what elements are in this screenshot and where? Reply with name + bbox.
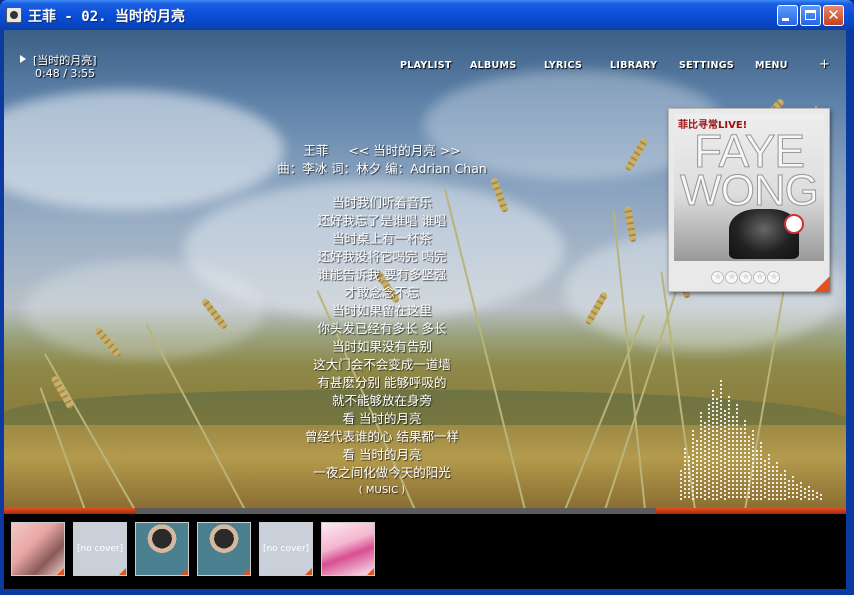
lyrics-song: << 当时的月亮 >> [348,143,461,158]
now-playing-title: [当时的月亮] [33,54,97,67]
visualizer-bar [820,494,822,500]
cover-artist-line2: WONG [680,166,820,216]
lyric-line: ( MUSIC ) [358,485,406,496]
visualizer-bar [800,482,802,500]
grass-head [623,205,637,243]
close-icon: ✕ [827,6,840,24]
visualizer-bar [688,456,690,500]
visualizer-bar [700,412,702,500]
visualizer-bar [736,404,738,500]
lyric-line: 曾经代表谁的心 结果都一样 [305,429,459,444]
album-thumbnail-strip: [no cover] [no cover] [4,514,846,589]
star-icon[interactable] [753,270,766,284]
lyric-line: 有甚麽分别 能够呼吸的 [317,375,447,390]
lyric-line: 这大门会不会变成一道墙 [313,357,451,372]
visualizer-bar [768,454,770,500]
add-button[interactable]: + [819,57,830,72]
lyric-line: 一夜之间化做今天的阳光 [313,465,451,480]
lyric-line: 当时如果没有告别 [331,339,432,354]
visualizer-bar [728,396,730,500]
lyric-line: 就不能够放在身旁 [331,393,432,408]
visualizer-bar [756,450,758,500]
album-cover-card[interactable]: 菲比寻常LIVE! FAYE WONG [668,108,830,292]
visualizer-bar [808,486,810,500]
lyric-line: 当时如果留在这里 [331,303,432,318]
cover-sticker [784,214,804,234]
player-area: [当时的月亮] 0:48 / 3:55 PLAYLIST ALBUMS LYRI… [4,30,846,589]
nav-menu[interactable]: MENU [755,60,788,71]
album-thumbnail[interactable] [135,522,189,576]
lyric-line: 还好我没将它喝完 喝完 [317,249,447,264]
lyrics-artist: 王菲 [303,143,329,158]
close-button[interactable]: ✕ [823,5,844,26]
minimize-button[interactable] [777,5,798,26]
visualizer-bar [804,488,806,500]
lyrics-credits: 曲：李冰 词：林夕 编：Adrian Chan [277,161,487,176]
nav-lyrics[interactable]: LYRICS [544,60,582,71]
album-thumbnail[interactable]: [no cover] [259,522,313,576]
lyric-line: 谁能告诉我 要有多坚强 [317,267,447,282]
lyric-line: 看 当时的月亮 [342,411,422,426]
visualizer-bar [692,430,694,500]
visualizer-bar [720,380,722,500]
visualizer-bar [784,470,786,500]
star-icon[interactable] [725,270,738,284]
album-thumbnail[interactable]: [no cover] [73,522,127,576]
visualizer-bar [680,470,682,500]
maximize-button[interactable] [800,5,821,26]
lyrics-panel: 王菲 << 当时的月亮 >> 曲：李冰 词：林夕 编：Adrian Chan 当… [182,142,582,500]
elapsed-time: 0:48 / 3:55 [35,67,96,80]
nav-playlist[interactable]: PLAYLIST [400,60,452,71]
nav-library[interactable]: LIBRARY [610,60,657,71]
star-icon[interactable] [711,270,724,284]
visualizer-bar [724,410,726,500]
play-icon[interactable] [20,55,26,63]
star-icon[interactable] [739,270,752,284]
visualizer-bar [788,480,790,500]
visualizer-bar [776,462,778,500]
visualizer-bar [772,466,774,500]
visualizer-bar [748,436,750,500]
visualizer-bar [708,404,710,500]
album-thumbnail[interactable] [197,522,251,576]
album-thumbnail[interactable] [321,522,375,576]
app-icon[interactable] [6,7,22,23]
visualizer-bar [704,422,706,500]
visualizer-bar [712,390,714,500]
visualizer-bar [760,442,762,500]
star-icon[interactable] [767,270,780,284]
visualizer-bar [780,474,782,500]
rating-stars[interactable] [711,269,781,284]
spectrum-visualizer [680,360,830,508]
lyric-line: 当时桌上有一杯茶 [331,231,432,246]
minimize-icon [778,6,797,25]
visualizer-bar [812,490,814,500]
album-cover-art: 菲比寻常LIVE! FAYE WONG [674,114,824,261]
album-thumbnail[interactable] [11,522,65,576]
lyric-line: 还好我忘了是谁唱 谁唱 [317,213,447,228]
visualizer-bar [716,398,718,500]
visualizer-bar [740,428,742,500]
visualizer-bar [744,420,746,500]
app-window: 王菲 - 02. 当时的月亮 ✕ [当时的月亮] 0:48 / 3:55 PLA… [0,0,854,595]
window-title: 王菲 - 02. 当时的月亮 [28,9,186,25]
visualizer-bar [684,448,686,500]
visualizer-bar [796,484,798,500]
nav-settings[interactable]: SETTINGS [679,60,734,71]
title-bar[interactable]: 王菲 - 02. 当时的月亮 ✕ [0,0,854,30]
visualizer-bar [752,430,754,500]
visualizer-bar [696,440,698,500]
visualizer-bar [732,416,734,500]
lyric-line: 当时我们听着音乐 [331,195,432,210]
nav-albums[interactable]: ALBUMS [470,60,516,71]
visualizer-bar [764,460,766,500]
maximize-icon [801,6,820,25]
lyric-line: 你头发已经有多长 多长 [317,321,447,336]
lyrics-header: 王菲 << 当时的月亮 >> [182,142,582,160]
lyric-line: 看 当时的月亮 [342,447,422,462]
visualizer-bar [792,476,794,500]
lyric-line: 才敢念念不忘 [344,285,420,300]
page-curl-icon [814,276,830,292]
visualizer-bar [816,492,818,500]
